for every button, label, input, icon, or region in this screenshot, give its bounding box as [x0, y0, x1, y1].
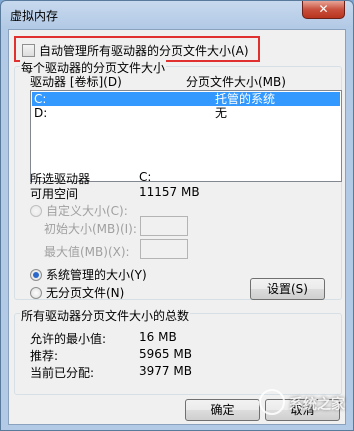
- title-bar: 虚拟内存 ✕: [1, 1, 353, 27]
- list-item[interactable]: C: 托管的系统: [32, 92, 340, 106]
- system-managed-label: 系统管理的大小(Y): [46, 268, 147, 282]
- no-paging-label: 无分页文件(N): [46, 286, 125, 300]
- watermark: 系统之家: [259, 381, 349, 421]
- max-size-label: 最大值(MB)(X):: [44, 245, 130, 259]
- dialog-body: 自动管理所有驱动器的分页文件大小(A) 每个驱动器的分页文件大小 驱动器 [卷标…: [8, 29, 346, 425]
- custom-size-label: 自定义大小(C):: [46, 204, 128, 218]
- custom-size-option[interactable]: 自定义大小(C):: [30, 202, 128, 219]
- initial-size-label: 初始大小(MB)(I):: [44, 222, 137, 236]
- max-size-input[interactable]: [140, 239, 188, 259]
- recommended-value: 5965 MB: [139, 347, 192, 361]
- selected-drive-value: C:: [139, 170, 152, 184]
- drive-size: 托管的系统: [215, 92, 276, 106]
- min-value: 16 MB: [139, 330, 177, 344]
- drive-size: 无: [215, 106, 228, 120]
- drive-column-header: 驱动器 [卷标](D): [30, 75, 122, 89]
- drive-letter: D:: [34, 106, 48, 120]
- no-paging-radio[interactable]: [30, 287, 42, 299]
- auto-manage-row[interactable]: 自动管理所有驱动器的分页文件大小(A): [22, 42, 249, 58]
- window-title: 虚拟内存: [10, 9, 59, 23]
- no-paging-option[interactable]: 无分页文件(N): [30, 284, 124, 301]
- auto-manage-label[interactable]: 自动管理所有驱动器的分页文件大小(A): [39, 42, 249, 59]
- initial-size-input[interactable]: [140, 216, 188, 236]
- auto-manage-checkbox[interactable]: [22, 43, 35, 57]
- totals-group-title: 所有驱动器分页文件大小的总数: [20, 307, 191, 324]
- drive-letter: C:: [34, 92, 47, 106]
- list-item[interactable]: D: 无: [32, 106, 340, 120]
- system-managed-option[interactable]: 系统管理的大小(Y): [30, 266, 147, 283]
- close-button[interactable]: ✕: [302, 1, 345, 19]
- free-space-label: 可用空间: [30, 187, 79, 201]
- system-managed-radio[interactable]: [30, 269, 42, 281]
- size-column-header: 分页文件大小(MB): [186, 75, 286, 89]
- custom-size-radio[interactable]: [30, 205, 42, 217]
- min-label: 允许的最小值:: [30, 332, 107, 346]
- recommended-label: 推荐:: [30, 349, 59, 363]
- current-value: 3977 MB: [139, 364, 192, 378]
- watermark-text: 系统之家: [289, 397, 345, 413]
- drive-list[interactable]: C: 托管的系统 D: 无: [30, 90, 342, 182]
- current-label: 当前已分配:: [30, 366, 95, 380]
- virtual-memory-window: 虚拟内存 ✕ 自动管理所有驱动器的分页文件大小(A) 每个驱动器的分页文件大小 …: [0, 0, 354, 431]
- set-button[interactable]: 设置(S): [250, 278, 325, 300]
- watermark-logo-icon: [259, 389, 285, 415]
- ok-button[interactable]: 确定: [185, 399, 260, 421]
- free-space-value: 11157 MB: [139, 185, 200, 199]
